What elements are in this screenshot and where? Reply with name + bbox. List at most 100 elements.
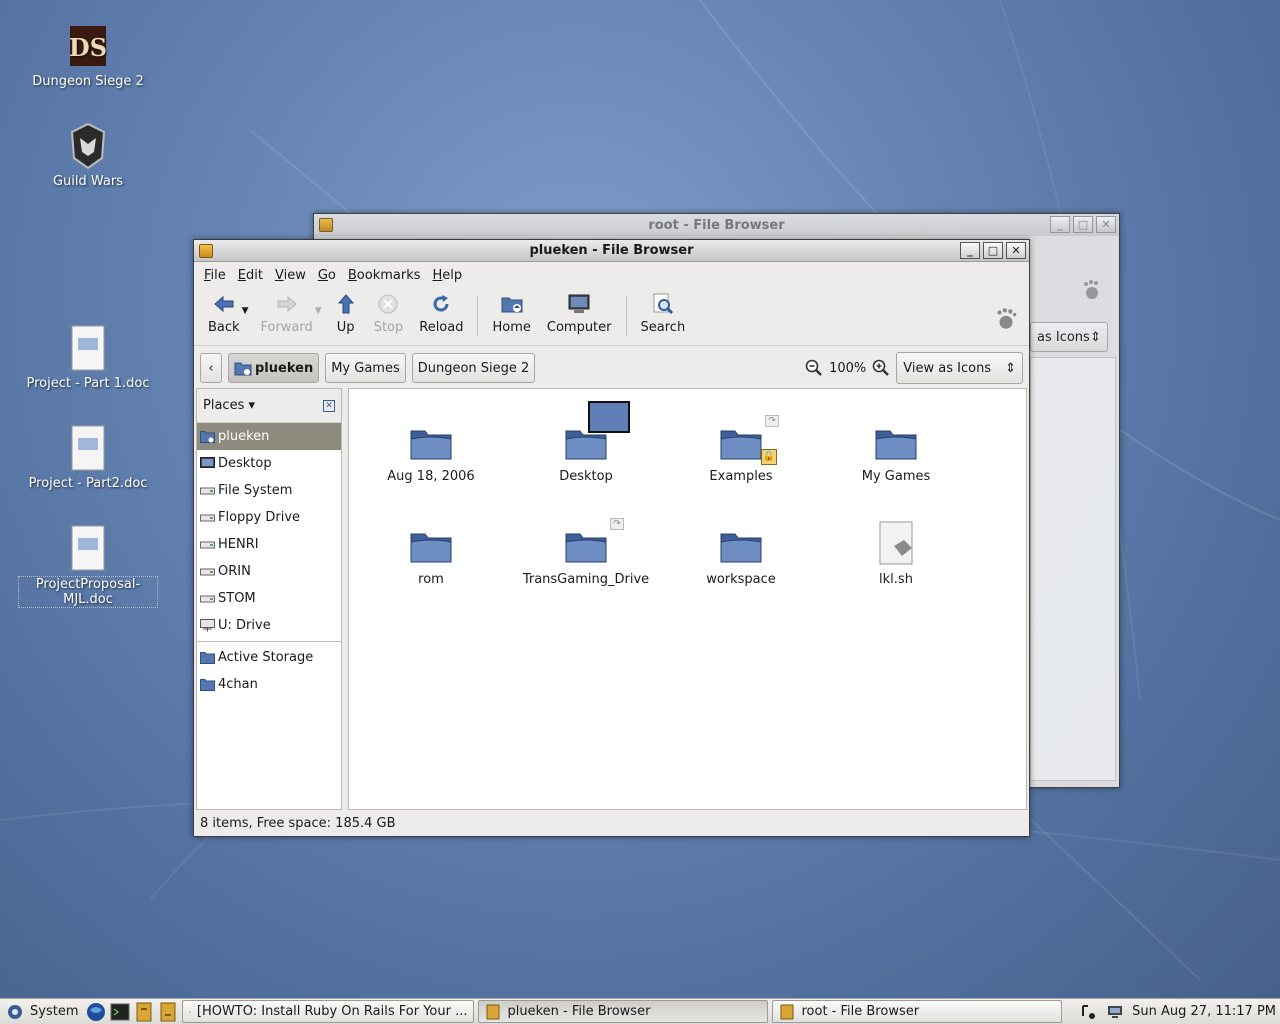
- desktop-icon-project-part-2[interactable]: Project - Part2.doc: [18, 424, 158, 491]
- file-name-label: rom: [418, 572, 444, 587]
- window-titlebar[interactable]: root - File Browser _ □ ✕: [314, 214, 1119, 236]
- symlink-emblem-icon: ↷: [610, 518, 624, 530]
- bookmark-item-4chan[interactable]: 4chan: [197, 671, 341, 698]
- clock[interactable]: Sun Aug 27, 11:17 PM: [1132, 1004, 1276, 1019]
- zoom-out-icon[interactable]: [805, 359, 823, 377]
- network-monitor-icon[interactable]: [1106, 1003, 1124, 1021]
- sidebar-item-file-system[interactable]: File System: [197, 477, 341, 504]
- stop-button[interactable]: Stop: [366, 292, 412, 342]
- window-titlebar[interactable]: plueken - File Browser _ □ ✕: [194, 240, 1029, 262]
- zoom-in-icon[interactable]: [872, 359, 890, 377]
- desktop-icon-label: ProjectProposal-MJL.doc: [18, 576, 158, 608]
- menu-file[interactable]: File: [198, 268, 232, 283]
- minimize-button[interactable]: _: [1050, 216, 1070, 233]
- maximize-button[interactable]: □: [983, 242, 1003, 259]
- keyboard-layout-icon[interactable]: [1080, 1003, 1098, 1021]
- sidebar-item-orin[interactable]: ORIN: [197, 558, 341, 585]
- desktop-icon-guild-wars[interactable]: Guild Wars: [18, 122, 158, 189]
- forward-button[interactable]: Forward: [252, 292, 320, 342]
- sidebar-item-henri[interactable]: HENRI: [197, 531, 341, 558]
- menubar: File Edit View Go Bookmarks Help: [194, 262, 1029, 288]
- spin-arrows-icon: ⇕: [1005, 360, 1016, 376]
- menu-help[interactable]: Help: [427, 268, 469, 283]
- window-title: plueken - File Browser: [529, 243, 694, 258]
- file-cabinet-launcher-icon[interactable]: [158, 1002, 178, 1022]
- location-bar: ‹ plueken My Games Dungeon Siege 2 100% …: [194, 346, 1029, 390]
- file-name-label: Examples: [709, 469, 773, 484]
- home-folder-icon: [200, 430, 215, 443]
- sidebar-item-u-drive[interactable]: U: Drive: [197, 612, 341, 639]
- search-button[interactable]: Search: [633, 292, 694, 342]
- task-root-file-browser[interactable]: root - File Browser: [772, 1000, 1063, 1023]
- toolbar-separator: [625, 296, 627, 336]
- folder-icon: [562, 401, 630, 463]
- folder-item[interactable]: Aug 18, 2006: [361, 417, 501, 484]
- view-mode-select[interactable]: View as Icons ⇕: [896, 352, 1023, 384]
- folder-item[interactable]: workspace: [671, 520, 811, 587]
- browser-icon: [189, 1010, 191, 1013]
- desktop-icon-project-part-1[interactable]: Project - Part 1.doc: [18, 324, 158, 391]
- folder-item[interactable]: ↷ TransGaming_Drive: [516, 518, 656, 587]
- reload-button[interactable]: Reload: [411, 292, 471, 342]
- spin-arrows-icon: ⇕: [1090, 329, 1101, 345]
- sidebar-item-stom[interactable]: STOM: [197, 585, 341, 612]
- sidebar-item-label: U: Drive: [218, 618, 271, 633]
- close-sidebar-icon[interactable]: ✕: [323, 399, 335, 412]
- back-button[interactable]: Back: [200, 292, 248, 342]
- taskbar: System [HOWTO: Install Ruby On Rails For…: [0, 998, 1280, 1024]
- icon-view[interactable]: Aug 18, 2006 Desktop ↷ 🔒 Examples My Games rom…: [348, 388, 1027, 810]
- close-button[interactable]: ✕: [1006, 242, 1026, 259]
- toolbar-separator: [477, 296, 479, 336]
- forward-history-dropdown[interactable]: ▼: [315, 306, 322, 316]
- drive-icon: [200, 565, 215, 578]
- gnome-foot-icon: [997, 308, 1017, 329]
- home-button[interactable]: Home: [484, 292, 538, 342]
- drive-icon: [200, 538, 215, 551]
- gnome-foot-icon: [1084, 280, 1098, 299]
- drive-icon: [200, 592, 215, 605]
- menu-go[interactable]: Go: [312, 268, 342, 283]
- up-button[interactable]: Up: [326, 292, 366, 342]
- web-browser-launcher-icon[interactable]: [86, 1002, 106, 1022]
- folder-icon: [200, 651, 215, 664]
- breadcrumb-my-games[interactable]: My Games: [325, 353, 406, 383]
- folder-icon: ↷ 🔒: [717, 415, 779, 465]
- breadcrumb-plueken[interactable]: plueken: [228, 353, 320, 383]
- sidebar-item-floppy-drive[interactable]: Floppy Drive: [197, 504, 341, 531]
- folder-icon: [407, 520, 455, 566]
- bookmark-item-active-storage[interactable]: Active Storage: [197, 644, 341, 671]
- plueken-file-browser-window[interactable]: plueken - File Browser _ □ ✕ File Edit V…: [193, 239, 1030, 837]
- menu-bookmarks[interactable]: Bookmarks: [342, 268, 427, 283]
- computer-button[interactable]: Computer: [539, 292, 620, 342]
- desktop-icon-dungeon-siege-2[interactable]: DS Dungeon Siege 2: [18, 22, 158, 89]
- desktop-icon-project-proposal[interactable]: ProjectProposal-MJL.doc: [18, 524, 158, 608]
- desktop-icon-label: Project - Part2.doc: [28, 476, 148, 491]
- file-cabinet-launcher-icon[interactable]: [134, 1002, 154, 1022]
- breadcrumb-dungeon-siege-2[interactable]: Dungeon Siege 2: [411, 353, 536, 383]
- terminal-launcher-icon[interactable]: [110, 1002, 130, 1022]
- system-tray: Sun Aug 27, 11:17 PM: [1080, 1003, 1280, 1021]
- places-dropdown[interactable]: Places ▾: [203, 398, 255, 413]
- folder-item[interactable]: rom: [361, 520, 501, 587]
- task-plueken-file-browser[interactable]: plueken - File Browser: [478, 1000, 769, 1023]
- folder-item[interactable]: My Games: [826, 417, 966, 484]
- view-mode-select[interactable]: as Icons ⇕: [1030, 322, 1108, 352]
- task-howto-browser[interactable]: [HOWTO: Install Ruby On Rails For Your .…: [182, 1000, 475, 1023]
- home-folder-icon: [234, 362, 252, 376]
- folder-item[interactable]: ↷ 🔒 Examples: [671, 415, 811, 484]
- computer-icon: [568, 294, 590, 313]
- system-menu[interactable]: System: [0, 1003, 86, 1021]
- file-item[interactable]: lkl.sh: [826, 520, 966, 587]
- breadcrumb-scroll-left[interactable]: ‹: [200, 353, 222, 383]
- desktop-icon-label: Guild Wars: [52, 174, 124, 189]
- folder-item[interactable]: Desktop: [516, 401, 656, 484]
- sidebar-item-plueken[interactable]: plueken: [197, 423, 341, 450]
- menu-view[interactable]: View: [269, 268, 312, 283]
- back-history-dropdown[interactable]: ▼: [242, 306, 249, 316]
- menu-edit[interactable]: Edit: [232, 268, 269, 283]
- minimize-button[interactable]: _: [960, 242, 980, 259]
- maximize-button[interactable]: □: [1073, 216, 1093, 233]
- sidebar-item-desktop[interactable]: Desktop: [197, 450, 341, 477]
- svg-text:DS: DS: [69, 33, 107, 62]
- close-button[interactable]: ✕: [1096, 216, 1116, 233]
